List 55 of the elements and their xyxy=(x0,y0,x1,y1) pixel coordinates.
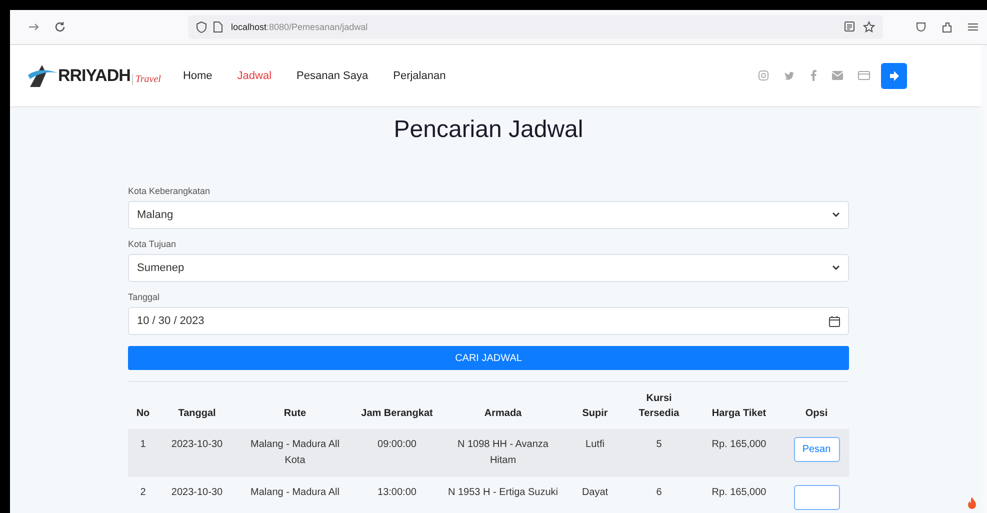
table-cell: Rp. 165,000 xyxy=(694,429,784,477)
column-header: Harga Tiket xyxy=(694,382,784,429)
table-cell: 13:00:00 xyxy=(354,477,440,513)
column-header: Armada xyxy=(440,382,566,429)
logout-button[interactable] xyxy=(881,62,907,88)
extensions-icon[interactable] xyxy=(941,21,953,33)
table-cell: Dayat xyxy=(566,477,624,513)
chevron-down-icon xyxy=(832,212,840,218)
chevron-down-icon xyxy=(832,265,840,271)
shield-icon[interactable] xyxy=(915,21,927,33)
table-cell: 5 xyxy=(624,429,694,477)
column-header: Jam Berangkat xyxy=(354,382,440,429)
menu-icon[interactable] xyxy=(967,21,979,33)
reload-icon[interactable] xyxy=(54,21,66,33)
table-cell: Malang - Madura All xyxy=(236,477,354,513)
reader-icon[interactable] xyxy=(844,21,855,32)
table-cell: Rp. 165,000 xyxy=(694,477,784,513)
column-header: No xyxy=(128,382,158,429)
table-cell: 2 xyxy=(128,477,158,513)
search-button[interactable]: CARI JADWAL xyxy=(128,346,849,370)
table-cell: 1 xyxy=(128,429,158,477)
logout-icon xyxy=(888,70,900,80)
forward-icon[interactable] xyxy=(28,21,40,33)
table-cell: 2023-10-30 xyxy=(158,477,236,513)
shield-icon[interactable] xyxy=(196,21,207,33)
column-header: Opsi xyxy=(784,382,849,429)
field-label: Kota Keberangkatan xyxy=(128,186,212,196)
date-field[interactable]: 10 / 30 / 2023 xyxy=(128,307,849,335)
field-label: Kota Tujuan xyxy=(128,239,178,249)
table-cell: Lutfi xyxy=(566,429,624,477)
field-label: Tanggal xyxy=(128,292,161,302)
table-cell: 2023-10-30 xyxy=(158,429,236,477)
nav-link[interactable]: Jadwal xyxy=(237,70,272,82)
page-icon[interactable] xyxy=(213,21,223,33)
calendar-icon[interactable] xyxy=(829,316,840,326)
select-field[interactable]: Malang xyxy=(128,201,849,229)
column-header: Kursi Tersedia xyxy=(624,382,694,429)
column-header: Tanggal xyxy=(158,382,236,429)
star-icon[interactable] xyxy=(863,21,875,33)
nav-link[interactable]: Perjalanan xyxy=(393,70,446,82)
table-cell: N 1953 H - Ertiga Suzuki xyxy=(440,477,566,513)
address-bar[interactable]: localhost:8080/Pemesanan/jadwal xyxy=(188,15,883,39)
select-field[interactable]: Sumenep xyxy=(128,254,849,282)
order-button[interactable]: Pesan xyxy=(794,437,840,462)
table-cell: N 1098 HH - Avanza Hitam xyxy=(440,429,566,477)
table-cell: 6 xyxy=(624,477,694,513)
nav-link[interactable]: Home xyxy=(182,70,212,82)
logo[interactable]: RRIYADH Travel xyxy=(28,62,161,88)
flame-icon[interactable] xyxy=(967,497,977,509)
column-header: Supir xyxy=(566,382,624,429)
table-cell: 09:00:00 xyxy=(354,429,440,477)
table-cell: Malang - Madura All Kota xyxy=(236,429,354,477)
column-header: Rute xyxy=(236,382,354,429)
page-title: Pencarian Jadwal xyxy=(392,116,584,144)
nav-link[interactable]: Pesanan Saya xyxy=(296,70,368,82)
